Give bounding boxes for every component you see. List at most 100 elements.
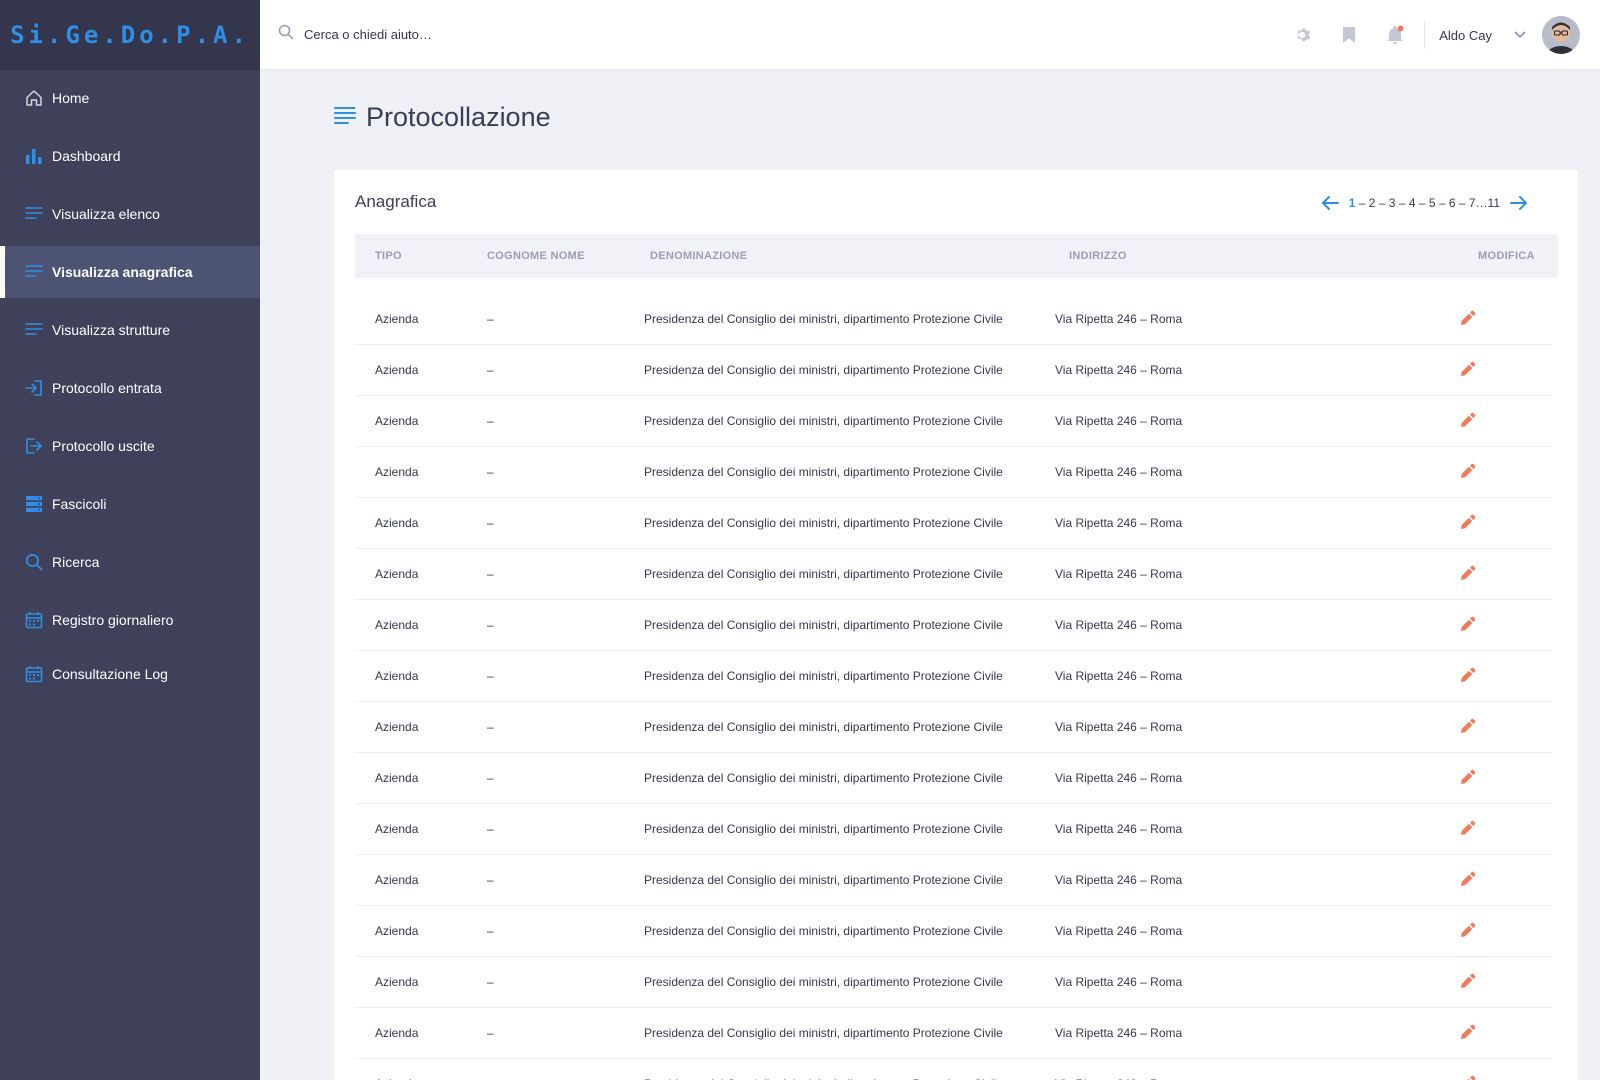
sidebar-item-label: Dashboard [52,148,121,164]
pencil-icon[interactable] [1458,512,1478,532]
cell-denominazione: Presidenza del Consiglio dei ministri, d… [644,975,1003,989]
table-row[interactable]: Azienda–Presidenza del Consiglio dei min… [355,498,1552,549]
page-list: 1 – 2 – 3 – 4 – 5 – 6 – 7…11 [1349,196,1500,210]
cell-denominazione: Presidenza del Consiglio dei ministri, d… [644,1026,1003,1040]
list-icon [334,105,356,130]
sidebar-item-visualizza-anagrafica[interactable]: Visualizza anagrafica [0,246,260,298]
cell-indirizzo: Via Ripetta 246 – Roma [1055,567,1183,581]
table-row[interactable]: Azienda–Presidenza del Consiglio dei min… [355,957,1552,1008]
pencil-icon[interactable] [1458,818,1478,838]
chevron-down-icon[interactable] [1510,25,1530,45]
avatar[interactable] [1542,16,1580,54]
cell-indirizzo: Via Ripetta 246 – Roma [1055,516,1183,530]
cell-indirizzo: Via Ripetta 246 – Roma [1055,465,1183,479]
pencil-icon[interactable] [1458,767,1478,787]
table-row[interactable]: Azienda–Presidenza del Consiglio dei min… [355,651,1552,702]
search-input[interactable] [304,27,604,42]
search-box[interactable] [278,24,604,45]
pencil-icon[interactable] [1458,359,1478,379]
calendar-icon [24,664,44,684]
sidebar-item-consultazione-log[interactable]: Consultazione Log [0,645,260,703]
cell-denominazione: Presidenza del Consiglio dei ministri, d… [644,516,1003,530]
sidebar-item-protocollo-uscite[interactable]: Protocollo uscite [0,417,260,475]
gear-icon[interactable] [1280,0,1326,70]
sidebar-item-label: Fascicoli [52,496,107,512]
table-row[interactable]: Azienda–Presidenza del Consiglio dei min… [355,345,1552,396]
cell-cognome-nome: – [487,924,494,938]
pencil-icon[interactable] [1458,1022,1478,1042]
pencil-icon[interactable] [1458,971,1478,991]
cell-indirizzo: Via Ripetta 246 – Roma [1055,771,1183,785]
sidebar-item-ricerca[interactable]: Ricerca [0,533,260,591]
table-row[interactable]: Azienda–Presidenza del Consiglio dei min… [355,1059,1552,1080]
table-row[interactable]: Azienda–Presidenza del Consiglio dei min… [355,702,1552,753]
sidebar-item-label: Visualizza elenco [52,206,160,222]
table-row[interactable]: Azienda–Presidenza del Consiglio dei min… [355,906,1552,957]
cell-cognome-nome: – [487,1026,494,1040]
page-current[interactable]: 1 [1349,196,1356,210]
bookmark-icon[interactable] [1326,0,1372,70]
table-row[interactable]: Azienda–Presidenza del Consiglio dei min… [355,600,1552,651]
pencil-icon[interactable] [1458,920,1478,940]
pencil-icon[interactable] [1458,308,1478,328]
column-header-denominazione: DENOMINAZIONE [650,250,748,262]
cell-indirizzo: Via Ripetta 246 – Roma [1055,618,1183,632]
cell-indirizzo: Via Ripetta 246 – Roma [1055,312,1183,326]
table-row[interactable]: Azienda–Presidenza del Consiglio dei min… [355,447,1552,498]
pencil-icon[interactable] [1458,716,1478,736]
cell-indirizzo: Via Ripetta 246 – Roma [1055,720,1183,734]
search-icon [278,24,294,45]
cell-denominazione: Presidenza del Consiglio dei ministri, d… [644,822,1003,836]
cell-cognome-nome: – [487,669,494,683]
brand-logo[interactable]: Si.Ge.Do.P.A. [0,0,260,70]
sidebar-item-visualizza-strutture[interactable]: Visualizza strutture [0,301,260,359]
cell-tipo: Azienda [375,720,419,734]
table-row[interactable]: Azienda–Presidenza del Consiglio dei min… [355,549,1552,600]
table-row[interactable]: Azienda – Presidenza del Consiglio dei min… [355,278,1552,345]
sidebar-item-label: Home [52,90,90,106]
page-links[interactable]: – 2 – 3 – 4 – 5 – 6 – 7…11 [1359,196,1500,210]
sidebar-item-visualizza-elenco[interactable]: Visualizza elenco [0,185,260,243]
table-row[interactable]: Azienda–Presidenza del Consiglio dei min… [355,855,1552,906]
pencil-icon[interactable] [1458,614,1478,634]
cell-tipo: Azienda [375,822,419,836]
top-divider [1424,21,1426,49]
table-row[interactable]: Azienda–Presidenza del Consiglio dei min… [355,396,1552,447]
table-row[interactable]: Azienda–Presidenza del Consiglio dei min… [355,753,1552,804]
column-header-indirizzo: INDIRIZZO [1069,250,1127,262]
table-row[interactable]: Azienda – Presidenza del Consiglio dei min… [355,804,1552,855]
sidebar-item-fascicoli[interactable]: Fascicoli [0,475,260,533]
user-name[interactable]: Aldo Cay [1439,28,1492,43]
brand-name: Si.Ge.Do.P.A. [10,21,250,49]
cell-tipo: Azienda [375,1026,419,1040]
pencil-icon[interactable] [1458,461,1478,481]
arrow-left-icon[interactable] [1319,192,1341,214]
pencil-icon[interactable] [1458,563,1478,583]
arrow-right-icon[interactable] [1508,192,1530,214]
cell-indirizzo: Via Ripetta 246 – Roma [1055,414,1183,428]
cell-denominazione: Presidenza del Consiglio dei ministri, d… [644,312,1003,326]
cell-cognome-nome: – [487,363,494,377]
sidebar-item-home[interactable]: Home [0,69,260,127]
cell-cognome-nome: – [487,618,494,632]
calendar-icon [24,610,44,630]
table-row[interactable]: Azienda – Presidenza del Consiglio dei min… [355,1008,1552,1059]
pencil-icon[interactable] [1458,410,1478,430]
sidebar-item-registro-giornaliero[interactable]: Registro giornaliero [0,591,260,649]
cell-cognome-nome: – [487,822,494,836]
cell-cognome-nome: – [487,567,494,581]
sidebar-item-protocollo-entrata[interactable]: Protocollo entrata [0,359,260,417]
server-icon [24,494,44,514]
cell-tipo: Azienda [375,312,419,326]
pencil-icon[interactable] [1458,665,1478,685]
sidebar-item-dashboard[interactable]: Dashboard [0,127,260,185]
list-icon [24,262,44,282]
pencil-icon[interactable] [1458,1073,1478,1080]
home-icon [24,88,44,108]
cell-cognome-nome: – [487,312,494,326]
sidebar-item-label: Protocollo uscite [52,438,155,454]
pencil-icon[interactable] [1458,869,1478,889]
cell-denominazione: Presidenza del Consiglio dei ministri, d… [644,771,1003,785]
bell-icon[interactable] [1372,0,1418,70]
page-header: Protocollazione [334,102,551,133]
